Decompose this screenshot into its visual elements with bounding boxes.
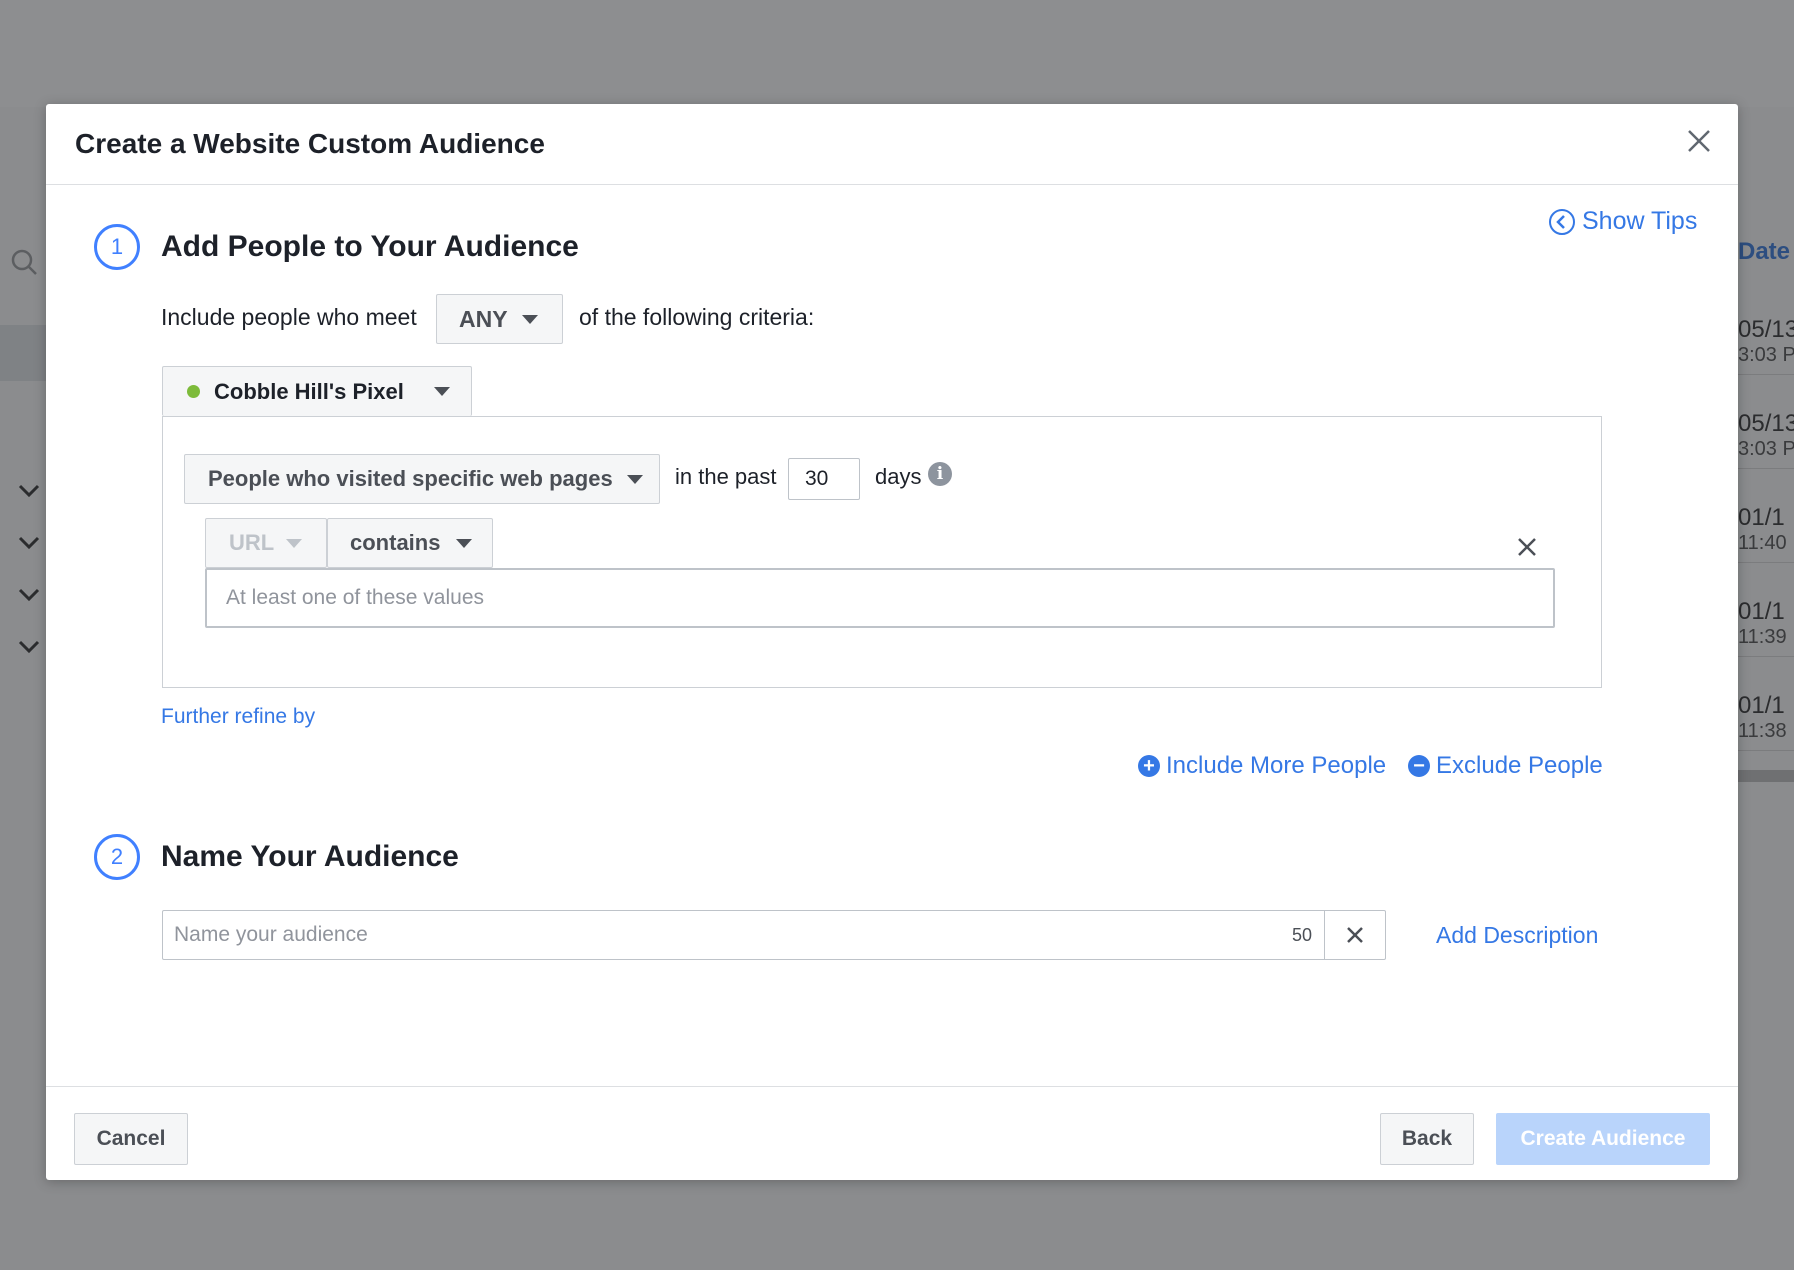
caret-down-icon [433, 387, 450, 396]
include-prefix-text: Include people who meet [161, 304, 417, 330]
operator-dropdown[interactable]: contains [327, 518, 493, 568]
dialog-footer: Cancel Back Create Audience [46, 1086, 1738, 1181]
include-more-people-link[interactable]: + Include More People [1138, 752, 1386, 780]
close-icon[interactable] [1684, 126, 1714, 156]
step-2-badge: 2 [94, 834, 140, 880]
url-values-placeholder: At least one of these values [226, 586, 484, 609]
background-row: 01/1 11:38 [1738, 692, 1794, 751]
retention-days-value: 30 [805, 467, 829, 490]
chevron-down-icon [18, 484, 40, 498]
rule-type-label: People who visited specific web pages [208, 466, 613, 491]
info-icon[interactable]: i [928, 462, 952, 486]
pixel-selector-dropdown[interactable]: Cobble Hill's Pixel [162, 366, 472, 416]
back-button[interactable]: Back [1380, 1113, 1474, 1165]
plus-circle-icon: + [1138, 755, 1160, 777]
chevron-down-icon [18, 588, 40, 602]
exclude-people-link[interactable]: − Exclude People [1408, 752, 1603, 780]
create-audience-button[interactable]: Create Audience [1496, 1113, 1710, 1165]
chevron-down-icon [18, 640, 40, 654]
minus-circle-icon: − [1408, 755, 1430, 777]
add-description-link[interactable]: Add Description [1436, 922, 1598, 949]
background-row: 01/1 11:39 [1738, 598, 1794, 657]
chevron-down-icon [18, 536, 40, 550]
pixel-status-dot [187, 385, 200, 398]
url-values-input[interactable]: At least one of these values [205, 568, 1555, 628]
background-row: 01/1 11:40 [1738, 504, 1794, 563]
background-date-header: Date [1738, 238, 1791, 265]
in-the-past-text: in the past [675, 464, 777, 489]
step-1-badge: 1 [94, 224, 140, 270]
show-tips-label: Show Tips [1582, 207, 1698, 235]
custom-audience-dialog: Create a Website Custom Audience Show Ti… [46, 104, 1738, 1180]
exclude-label: Exclude People [1436, 752, 1603, 779]
dialog-header: Create a Website Custom Audience [46, 104, 1738, 185]
pixel-name: Cobble Hill's Pixel [214, 378, 404, 404]
caret-down-icon [626, 474, 643, 484]
step-1-title: Add People to Your Audience [161, 230, 579, 263]
caret-down-icon [521, 314, 538, 324]
operator-label: contains [350, 530, 441, 555]
caret-down-icon [456, 538, 473, 548]
rule-type-dropdown[interactable]: People who visited specific web pages [184, 454, 660, 504]
chevron-left-icon [1549, 208, 1575, 235]
background-row: 05/13 3:03 P [1738, 316, 1794, 375]
background-selected-row [0, 325, 46, 381]
audience-name-placeholder: Name your audience [174, 923, 368, 946]
background-scrollbar [1738, 770, 1794, 782]
audience-name-input[interactable]: Name your audience 50 [162, 910, 1386, 960]
include-suffix-text: of the following criteria: [579, 304, 815, 330]
url-field-dropdown: URL [205, 518, 327, 568]
background-row: 05/13 3:03 P [1738, 410, 1794, 469]
dialog-title: Create a Website Custom Audience [75, 128, 545, 159]
caret-down-icon [286, 538, 303, 548]
char-count: 50 [1291, 924, 1312, 945]
match-any-dropdown[interactable]: ANY [436, 294, 563, 344]
step-2-title: Name Your Audience [161, 840, 459, 873]
further-refine-link[interactable]: Further refine by [161, 705, 315, 729]
url-field-label: URL [229, 530, 275, 555]
close-icon [1347, 927, 1363, 943]
cancel-button[interactable]: Cancel [74, 1113, 188, 1165]
days-label: days [875, 464, 922, 489]
remove-rule-close-icon[interactable] [1516, 536, 1538, 558]
background-top-bar [0, 0, 1794, 107]
match-any-label: ANY [459, 305, 508, 332]
include-more-label: Include More People [1166, 752, 1387, 779]
search-icon [11, 249, 37, 275]
retention-days-input[interactable]: 30 [788, 458, 860, 500]
show-tips-link[interactable]: Show Tips [1548, 207, 1697, 236]
clear-name-button[interactable] [1324, 911, 1385, 959]
